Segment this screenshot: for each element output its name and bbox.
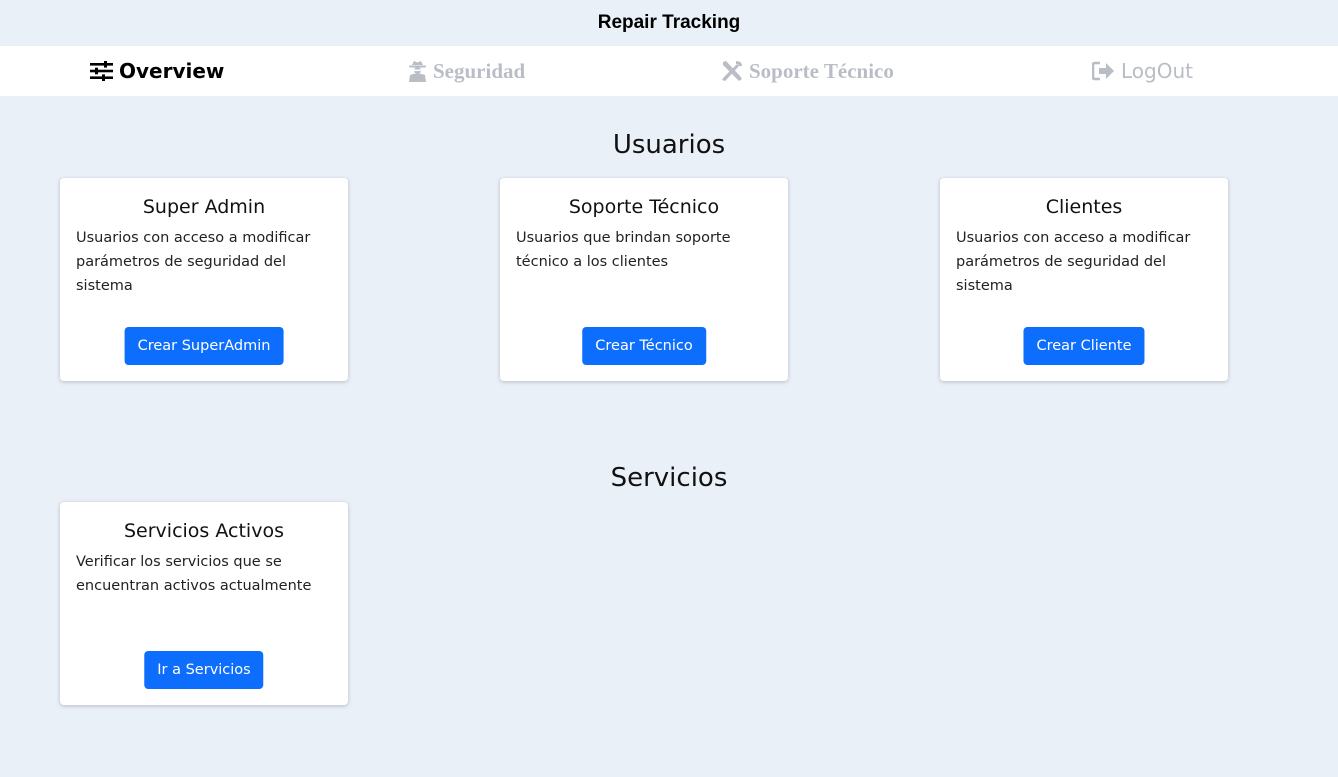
nav-logout[interactable]: LogOut (1092, 46, 1193, 96)
crear-tecnico-button[interactable]: Crear Técnico (582, 327, 706, 365)
card-title: Super Admin (142, 196, 266, 218)
main-navbar: Overview Seguridad Soporte Técnico LogOu… (0, 46, 1338, 96)
card-text: Usuarios que brindan soporte técnico a l… (516, 230, 731, 270)
crear-superadmin-button[interactable]: Crear SuperAdmin (124, 327, 284, 365)
ir-a-servicios-button[interactable]: Ir a Servicios (144, 651, 264, 689)
sign-out-icon (1092, 61, 1115, 81)
card-text: Usuarios con acceso a modificar parámetr… (76, 230, 311, 294)
crear-cliente-button[interactable]: Crear Cliente (1023, 327, 1145, 365)
sliders-icon (90, 61, 113, 81)
section-title-usuarios: Usuarios (612, 130, 726, 160)
card-servicios-activos: Servicios Activos Verificar los servicio… (60, 502, 348, 705)
nav-overview-label: Overview (119, 59, 225, 83)
user-secret-icon (408, 60, 427, 82)
card-title: Clientes (1045, 196, 1123, 218)
card-soporte-tecnico: Soporte Técnico Usuarios que brindan sop… (500, 178, 788, 381)
nav-logout-label: LogOut (1121, 59, 1193, 83)
nav-soporte-tecnico[interactable]: Soporte Técnico (720, 46, 894, 96)
app-title: Repair Tracking (597, 12, 741, 33)
tools-icon (720, 60, 743, 82)
card-title: Servicios Activos (124, 520, 284, 542)
nav-seguridad[interactable]: Seguridad (408, 46, 525, 96)
card-text: Verificar los servicios que se encuentra… (76, 554, 312, 594)
card-clientes: Clientes Usuarios con acceso a modificar… (940, 178, 1228, 381)
nav-seguridad-label: Seguridad (433, 58, 526, 83)
nav-soporte-label: Soporte Técnico (749, 58, 894, 83)
section-title-servicios: Servicios (610, 463, 728, 493)
card-super-admin: Super Admin Usuarios con acceso a modifi… (60, 178, 348, 381)
nav-overview[interactable]: Overview (90, 46, 224, 96)
card-title: Soporte Técnico (568, 196, 720, 218)
card-text: Usuarios con acceso a modificar parámetr… (956, 230, 1191, 294)
